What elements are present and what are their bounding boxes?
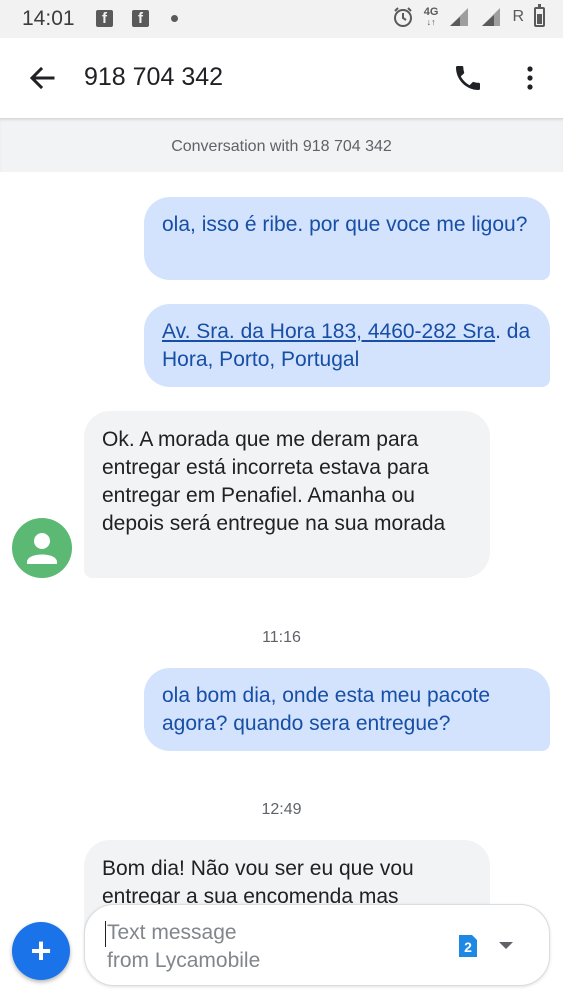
more-notifications-icon: [171, 15, 178, 22]
more-options-button[interactable]: [518, 62, 542, 94]
status-bar: 14:01 f f 4G ↓↑ R: [0, 0, 563, 38]
arrow-back-icon: [29, 66, 55, 90]
sim-card-icon[interactable]: 2: [457, 933, 479, 959]
add-icon: +: [30, 930, 52, 971]
message-text: ola, isso é ribe. por que voce me ligou?: [162, 213, 528, 236]
address-link[interactable]: Av. Sra. da Hora 183, 4460-282 Sra: [162, 320, 495, 343]
facebook-notification-icon: f: [96, 10, 113, 27]
outgoing-message[interactable]: ola bom dia, onde esta meu pacote agora?…: [144, 668, 550, 751]
person-icon: [27, 533, 57, 564]
text-cursor: [105, 921, 106, 947]
battery-icon: [534, 4, 545, 27]
placeholder-line: Text message: [107, 921, 237, 944]
sim-dropdown-icon[interactable]: [499, 942, 513, 949]
outgoing-message[interactable]: Av. Sra. da Hora 183, 4460-282 Sra. da H…: [144, 304, 550, 387]
network-type-label: 4G: [423, 6, 439, 18]
alarm-icon: [393, 7, 412, 27]
status-icons: 4G ↓↑ R: [392, 4, 545, 28]
signal-icon: [482, 8, 501, 26]
message-timestamp: 11:16: [262, 629, 301, 646]
app-bar: 918 704 342: [0, 38, 563, 118]
status-time: 14:01: [22, 7, 75, 30]
incoming-message[interactable]: Ok. A morada que me deram para entregar …: [84, 411, 490, 578]
outgoing-message[interactable]: ola, isso é ribe. por que voce me ligou?: [144, 197, 550, 280]
conversation-title: 918 704 342: [84, 63, 224, 91]
signal-icon: [450, 8, 469, 26]
message-input-placeholder: Text message from Lycamobile: [107, 919, 260, 975]
more-vert-icon: [527, 66, 533, 90]
call-button[interactable]: [452, 62, 484, 94]
placeholder-line: from Lycamobile: [107, 949, 261, 972]
contact-avatar[interactable]: [12, 518, 72, 578]
sim-number: 2: [464, 939, 472, 955]
message-text: ola bom dia, onde esta meu pacote agora?…: [162, 684, 491, 735]
roaming-indicator: R: [512, 8, 524, 25]
back-button[interactable]: [26, 62, 58, 94]
facebook-notification-icon: f: [132, 10, 149, 27]
message-timestamp: 12:49: [261, 801, 302, 818]
network-type-icon: 4G ↓↑: [423, 6, 439, 28]
message-text: Bom dia! Não vou ser eu que vou entregar…: [102, 857, 414, 908]
phone-icon: [456, 66, 480, 90]
attach-button[interactable]: +: [12, 922, 70, 980]
message-input[interactable]: Text message from Lycamobile 2: [84, 904, 550, 986]
conversation-header: Conversation with 918 704 342: [0, 118, 563, 172]
message-text: Ok. A morada que me deram para entregar …: [102, 428, 446, 535]
